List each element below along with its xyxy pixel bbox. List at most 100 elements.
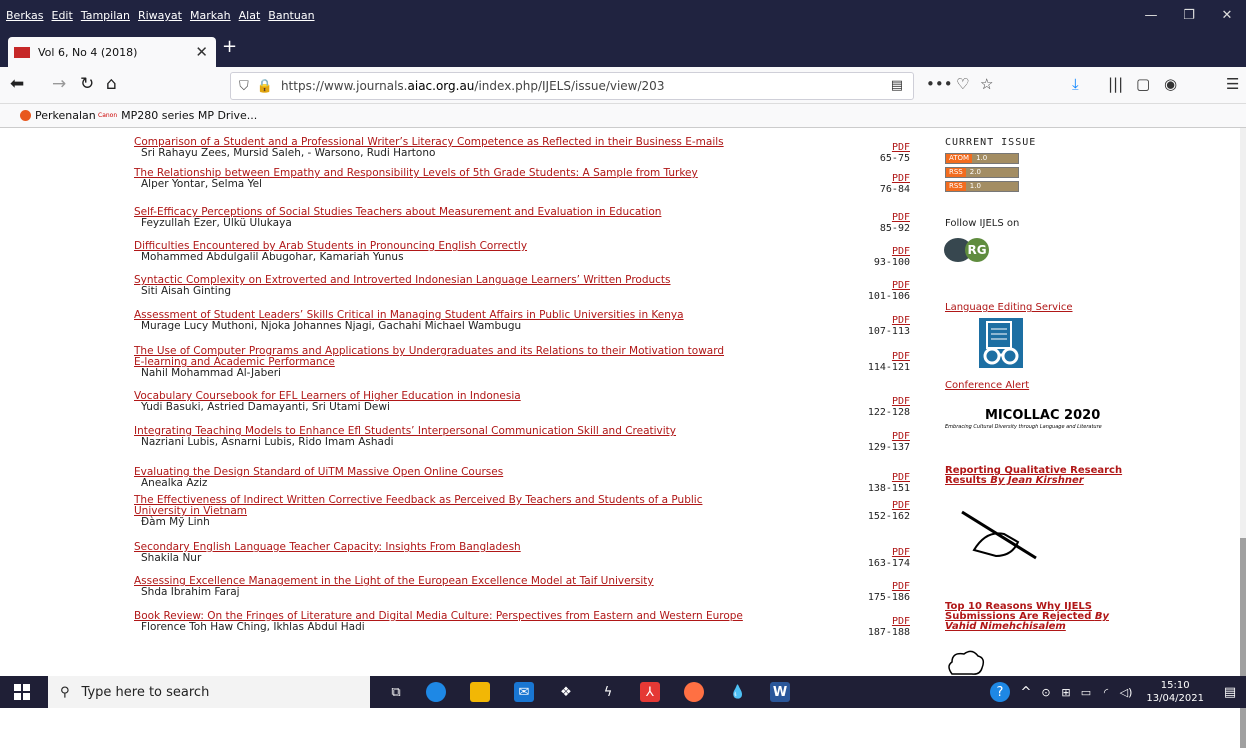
- language-editing-link[interactable]: Language Editing Service: [945, 302, 1073, 313]
- article-entry: Vocabulary Coursebook for EFL Learners o…: [134, 391, 874, 413]
- volume-icon[interactable]: ◁): [1116, 682, 1136, 702]
- article-pdf-block: PDF 76-84: [860, 173, 910, 195]
- lock-icon[interactable]: 🔒: [257, 79, 273, 94]
- pdf-link[interactable]: PDF: [860, 246, 910, 257]
- article-title-link[interactable]: Secondary English Language Teacher Capac…: [134, 542, 874, 553]
- download-icon[interactable]: ⤓: [1072, 75, 1079, 93]
- follow-heading: Follow IJELS on: [945, 218, 1020, 229]
- menu-item[interactable]: Bantuan: [268, 9, 314, 22]
- canon-icon: Canon: [98, 112, 118, 119]
- scrollbar-thumb[interactable]: [1240, 538, 1246, 748]
- pdf-link[interactable]: PDF: [860, 142, 910, 153]
- pdf-link[interactable]: PDF: [860, 351, 910, 362]
- top10-reasons-link[interactable]: Top 10 Reasons Why IJELS Submissions Are …: [945, 602, 1109, 632]
- bookmark-label: MP280 series MP Drive...: [121, 109, 258, 122]
- article-title-link[interactable]: University in Vietnam: [134, 506, 874, 517]
- bolt-app-icon[interactable]: ϟ: [598, 682, 618, 702]
- title-bar: Berkas Edit Tampilan Riwayat Markah Alat Bantu…: [0, 0, 1246, 35]
- pdf-link[interactable]: PDF: [860, 396, 910, 407]
- tray-app-icon[interactable]: ⊙: [1036, 682, 1056, 702]
- pdf-link[interactable]: PDF: [860, 472, 910, 483]
- tab-active[interactable]: Vol 6, No 4 (2018) ✕: [8, 37, 216, 67]
- water-drop-app-icon[interactable]: 💧: [728, 682, 748, 702]
- article-title-link[interactable]: Syntactic Complexity on Extroverted and …: [134, 275, 874, 286]
- tracking-protection-icon[interactable]: ⛉: [239, 79, 249, 94]
- help-icon[interactable]: ?: [990, 682, 1010, 702]
- article-title-link[interactable]: Evaluating the Design Standard of UiTM M…: [134, 467, 874, 478]
- menu-item[interactable]: Tampilan: [81, 9, 130, 22]
- pdf-link[interactable]: PDF: [860, 547, 910, 558]
- forward-button[interactable]: →: [52, 74, 66, 94]
- article-title-link[interactable]: Assessing Excellence Management in the L…: [134, 576, 874, 587]
- page-actions-icon[interactable]: •••: [926, 75, 953, 93]
- page-range: 175-186: [867, 592, 910, 603]
- pdf-link[interactable]: PDF: [860, 212, 910, 223]
- menu-item[interactable]: Markah: [190, 9, 231, 22]
- page-scrollbar[interactable]: [1240, 128, 1246, 748]
- mail-icon[interactable]: ✉: [514, 682, 534, 702]
- bookmarks-bar: Perkenalan Canon MP280 series MP Drive..…: [0, 104, 1246, 128]
- acrobat-icon[interactable]: ⅄: [640, 682, 660, 702]
- reader-view-icon[interactable]: ▤: [891, 78, 903, 93]
- url-path: /index.php/IJELS/issue/view/203: [474, 79, 665, 93]
- menu-item[interactable]: Alat: [239, 9, 261, 22]
- word-icon[interactable]: W: [770, 682, 790, 702]
- new-tab-button[interactable]: +: [222, 36, 237, 57]
- conference-alert-link[interactable]: Conference Alert: [945, 380, 1029, 391]
- start-button[interactable]: [14, 684, 30, 700]
- bookmark-mp280[interactable]: Canon MP280 series MP Drive...: [98, 109, 257, 122]
- system-clock[interactable]: 15:10 13/04/2021: [1146, 679, 1204, 705]
- pdf-link[interactable]: PDF: [860, 173, 910, 184]
- feed-version: 1.0: [976, 154, 988, 162]
- sidebar-icon[interactable]: ▢: [1136, 75, 1150, 93]
- rss2-feed-badge[interactable]: RSS 2.0: [945, 167, 1019, 178]
- pdf-link[interactable]: PDF: [860, 431, 910, 442]
- bookmark-star-icon[interactable]: ☆: [980, 75, 993, 93]
- page-range: 114-121: [867, 362, 910, 373]
- bookmark-perkenalan[interactable]: Perkenalan: [20, 109, 96, 122]
- menu-icon[interactable]: ☰: [1226, 75, 1239, 93]
- pdf-link[interactable]: PDF: [860, 280, 910, 291]
- url-bar[interactable]: ⛉ 🔒 https://www.journals.aiac.org.au/ind…: [230, 72, 914, 100]
- reporting-qualitative-link[interactable]: Reporting Qualitative Research Results By…: [945, 466, 1122, 486]
- article-pdf-block: PDF 114-121: [860, 351, 910, 373]
- notifications-icon[interactable]: ▤: [1220, 682, 1240, 702]
- file-explorer-icon[interactable]: [470, 682, 490, 702]
- pocket-icon[interactable]: ♡: [956, 75, 969, 93]
- firefox-taskbar-icon[interactable]: [684, 682, 704, 702]
- library-icon[interactable]: |||: [1108, 75, 1123, 93]
- menu-item[interactable]: Edit: [52, 9, 73, 22]
- wifi-icon[interactable]: ◜: [1096, 682, 1116, 702]
- atom-feed-badge[interactable]: ATOM 1.0: [945, 153, 1019, 164]
- edge-icon[interactable]: [426, 682, 446, 702]
- article-authors: Đàm Mỹ Linh: [141, 516, 210, 528]
- researchgate-icon[interactable]: RG: [965, 238, 989, 262]
- tray-chevron-icon[interactable]: ^: [1016, 682, 1036, 702]
- dropbox-icon[interactable]: ❖: [556, 682, 576, 702]
- maximize-button[interactable]: ❐: [1170, 0, 1208, 30]
- pdf-link[interactable]: PDF: [860, 500, 910, 511]
- menu-item[interactable]: Riwayat: [138, 9, 182, 22]
- menu-item[interactable]: Berkas: [6, 9, 44, 22]
- close-tab-icon[interactable]: ✕: [195, 43, 208, 61]
- pdf-link[interactable]: PDF: [860, 616, 910, 627]
- windows-logo-icon: [23, 684, 30, 691]
- pdf-link[interactable]: PDF: [860, 315, 910, 326]
- home-button[interactable]: ⌂: [106, 74, 117, 94]
- tray-notes-icon[interactable]: ⊞: [1056, 682, 1076, 702]
- close-window-button[interactable]: ✕: [1208, 0, 1246, 30]
- minimize-button[interactable]: —: [1132, 0, 1170, 30]
- account-icon[interactable]: ◉: [1164, 75, 1177, 93]
- editing-service-icon[interactable]: [979, 318, 1023, 368]
- page-range: 129-137: [867, 442, 910, 453]
- menu-bar: Berkas Edit Tampilan Riwayat Markah Alat Bantu…: [6, 9, 315, 22]
- pdf-link[interactable]: PDF: [860, 581, 910, 592]
- rss1-feed-badge[interactable]: RSS 1.0: [945, 181, 1019, 192]
- battery-icon[interactable]: ▭: [1076, 682, 1096, 702]
- micollac-logo[interactable]: MICOLLAC 2020: [985, 408, 1100, 423]
- taskbar-search[interactable]: ⚲ Type here to search: [48, 676, 370, 708]
- reload-button[interactable]: ↻: [80, 74, 94, 94]
- page-range: 101-106: [867, 291, 910, 302]
- back-button[interactable]: ⬅: [10, 74, 24, 94]
- task-view-icon[interactable]: ⧉: [386, 682, 406, 702]
